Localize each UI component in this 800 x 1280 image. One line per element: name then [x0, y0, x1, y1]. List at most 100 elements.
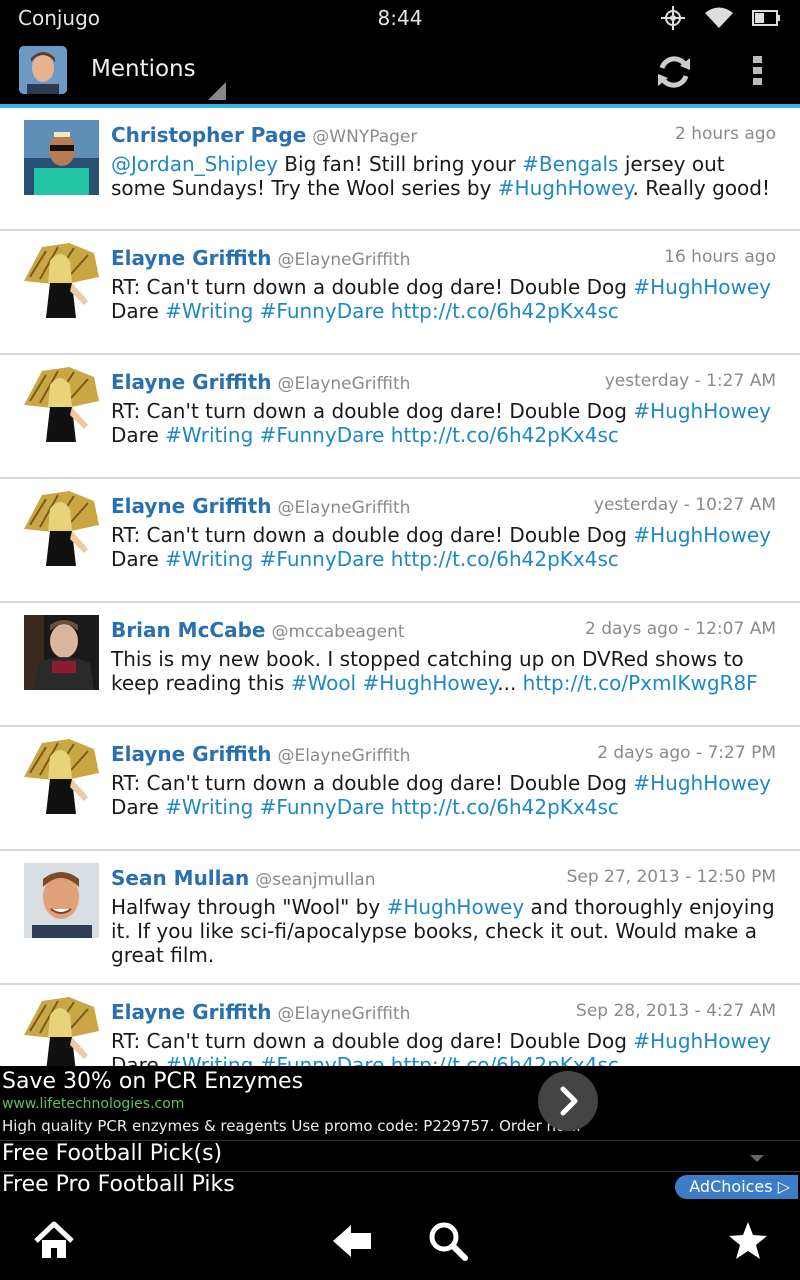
tweet-link[interactable]: #Writing	[165, 299, 253, 323]
tweet-link[interactable]: #HughHowey	[498, 176, 633, 200]
tweet-row[interactable]: Sean Mullan @seanjmullan Sep 27, 2013 - 12…	[0, 851, 800, 985]
tweet-author[interactable]: Sean Mullan @seanjmullan	[111, 866, 375, 890]
tweet-row[interactable]: Elayne Griffith @ElayneGriffith yesterday …	[0, 355, 800, 479]
avatar[interactable]	[24, 491, 99, 566]
tweet-row[interactable]: Elayne Griffith @ElayneGriffith yesterday …	[0, 479, 800, 603]
author-name[interactable]: Christopher Page	[111, 123, 306, 147]
tweet-link[interactable]: http://t.co/6h42pKx4sc	[391, 299, 619, 323]
tweet-timestamp: yesterday - 1:27 AM	[604, 371, 776, 391]
avatar[interactable]	[24, 243, 99, 318]
tweet-author[interactable]: Elayne Griffith @ElayneGriffith	[111, 1000, 410, 1024]
author-name[interactable]: Elayne Griffith	[111, 246, 271, 270]
author-handle[interactable]: @WNYPager	[312, 127, 417, 147]
tweet-link[interactable]: http://t.co/PxmIKwgR8F	[523, 671, 758, 695]
tweet-link[interactable]: #Writing	[165, 795, 253, 819]
tweet-text-segment: Dare	[111, 547, 166, 571]
screen-title[interactable]: Mentions	[91, 56, 196, 82]
tweet-link[interactable]: #Writing	[165, 547, 253, 571]
author-handle[interactable]: @ElayneGriffith	[277, 1004, 410, 1024]
tweet-link[interactable]: #HughHowey	[362, 671, 497, 695]
avatar[interactable]	[24, 615, 99, 690]
tweet-row[interactable]: Elayne Griffith @ElayneGriffith Sep 28, 20…	[0, 985, 800, 1066]
ad-banner[interactable]: Save 30% on PCR Enzymes www.lifetechnolo…	[0, 1066, 800, 1203]
tweet-author[interactable]: Elayne Griffith @ElayneGriffith	[111, 742, 410, 766]
tweet-timestamp: Sep 27, 2013 - 12:50 PM	[566, 867, 776, 887]
ad-go-button[interactable]	[538, 1071, 598, 1131]
author-name[interactable]: Elayne Griffith	[111, 1000, 271, 1024]
ad-url[interactable]: www.lifetechnologies.com	[2, 1096, 184, 1112]
tweet-link[interactable]: #Writing	[165, 1053, 253, 1066]
tweet-row[interactable]: Elayne Griffith @ElayneGriffith 2 days ago…	[0, 727, 800, 851]
tweet-link[interactable]: #FunnyDare	[260, 299, 385, 323]
author-handle[interactable]: @ElayneGriffith	[277, 746, 410, 766]
tweet-link[interactable]: http://t.co/6h42pKx4sc	[391, 1053, 619, 1066]
tweet-link[interactable]: #Wool	[291, 671, 356, 695]
bottom-nav	[0, 1203, 800, 1280]
tweet-link[interactable]: #HughHowey	[387, 895, 525, 919]
tweet-text: RT: Can't turn down a double dog dare! D…	[111, 771, 778, 819]
tweet-timestamp: yesterday - 10:27 AM	[593, 495, 776, 515]
author-handle[interactable]: @ElayneGriffith	[277, 498, 410, 518]
wifi-icon	[705, 7, 733, 28]
tweet-link[interactable]: http://t.co/6h42pKx4sc	[391, 795, 619, 819]
overflow-menu-icon[interactable]	[748, 54, 768, 88]
tweet-link[interactable]: #FunnyDare	[260, 547, 385, 571]
tweet-link[interactable]: @Jordan_Shipley	[111, 152, 278, 176]
tweet-link[interactable]: #Writing	[165, 423, 253, 447]
author-handle[interactable]: @mccabeagent	[271, 622, 404, 642]
adchoices-button[interactable]: AdChoices ▷	[675, 1175, 798, 1199]
tweet-text: @Jordan_Shipley Big fan! Still bring you…	[111, 152, 778, 200]
tweet-author[interactable]: Elayne Griffith @ElayneGriffith	[111, 494, 410, 518]
avatar[interactable]	[24, 120, 99, 195]
tweet-row[interactable]: Christopher Page @WNYPager 2 hours ago @Jor…	[0, 108, 800, 231]
status-icons	[660, 6, 782, 30]
tweet-link[interactable]: #HughHowey	[633, 771, 771, 795]
tweet-link[interactable]: #HughHowey	[633, 523, 771, 547]
back-icon[interactable]	[330, 1219, 374, 1263]
tweet-row[interactable]: Elayne Griffith @ElayneGriffith 16 hours a…	[0, 231, 800, 355]
author-name[interactable]: Elayne Griffith	[111, 742, 271, 766]
ad-headline[interactable]: Save 30% on PCR Enzymes	[2, 1069, 303, 1094]
tweet-link[interactable]: #FunnyDare	[260, 795, 385, 819]
ad-link-1-label: Free Football Pick(s)	[2, 1141, 223, 1166]
dropdown-indicator-icon[interactable]	[208, 82, 226, 100]
tweet-link[interactable]: http://t.co/6h42pKx4sc	[391, 423, 619, 447]
home-icon[interactable]	[32, 1219, 76, 1263]
tweet-text-segment: RT: Can't turn down a double dog dare! D…	[111, 275, 634, 299]
tweet-author[interactable]: Elayne Griffith @ElayneGriffith	[111, 246, 410, 270]
avatar[interactable]	[24, 997, 99, 1066]
author-name[interactable]: Elayne Griffith	[111, 494, 271, 518]
tweet-link[interactable]: #Bengals	[522, 152, 618, 176]
account-avatar[interactable]	[19, 46, 67, 94]
tweet-link[interactable]: #HughHowey	[633, 399, 771, 423]
ad-description: High quality PCR enzymes & reagents Use …	[2, 1117, 581, 1135]
author-name[interactable]: Brian McCabe	[111, 618, 265, 642]
star-icon[interactable]	[726, 1219, 770, 1263]
author-name[interactable]: Sean Mullan	[111, 866, 249, 890]
tweet-link[interactable]: http://t.co/6h42pKx4sc	[391, 547, 619, 571]
tweet-author[interactable]: Elayne Griffith @ElayneGriffith	[111, 370, 410, 394]
mentions-feed[interactable]: Christopher Page @WNYPager 2 hours ago @Jor…	[0, 108, 800, 1066]
ad-link-1[interactable]: Free Football Pick(s)	[0, 1140, 800, 1170]
author-name[interactable]: Elayne Griffith	[111, 370, 271, 394]
chevron-down-icon[interactable]	[750, 1155, 764, 1162]
avatar[interactable]	[24, 863, 99, 938]
tweet-timestamp: 2 days ago - 7:27 PM	[597, 743, 776, 763]
tweet-link[interactable]: #FunnyDare	[260, 423, 385, 447]
author-handle[interactable]: @ElayneGriffith	[277, 250, 410, 270]
tweet-row[interactable]: Brian McCabe @mccabeagent 2 days ago - 12:…	[0, 603, 800, 727]
author-handle[interactable]: @seanjmullan	[255, 870, 375, 890]
search-icon[interactable]	[426, 1219, 470, 1263]
tweet-link[interactable]: #HughHowey	[633, 275, 771, 299]
tweet-link[interactable]: #HughHowey	[633, 1029, 771, 1053]
avatar[interactable]	[24, 739, 99, 814]
avatar[interactable]	[24, 367, 99, 442]
refresh-icon[interactable]	[652, 50, 696, 94]
tweet-author[interactable]: Christopher Page @WNYPager	[111, 123, 417, 147]
tweet-link[interactable]: #FunnyDare	[260, 1053, 385, 1066]
author-handle[interactable]: @ElayneGriffith	[277, 374, 410, 394]
tweet-text: Halfway through "Wool" by #HughHowey and…	[111, 895, 778, 967]
tweet-timestamp: Sep 28, 2013 - 4:27 AM	[576, 1001, 776, 1021]
tweet-text-segment: ...	[497, 671, 523, 695]
tweet-author[interactable]: Brian McCabe @mccabeagent	[111, 618, 405, 642]
